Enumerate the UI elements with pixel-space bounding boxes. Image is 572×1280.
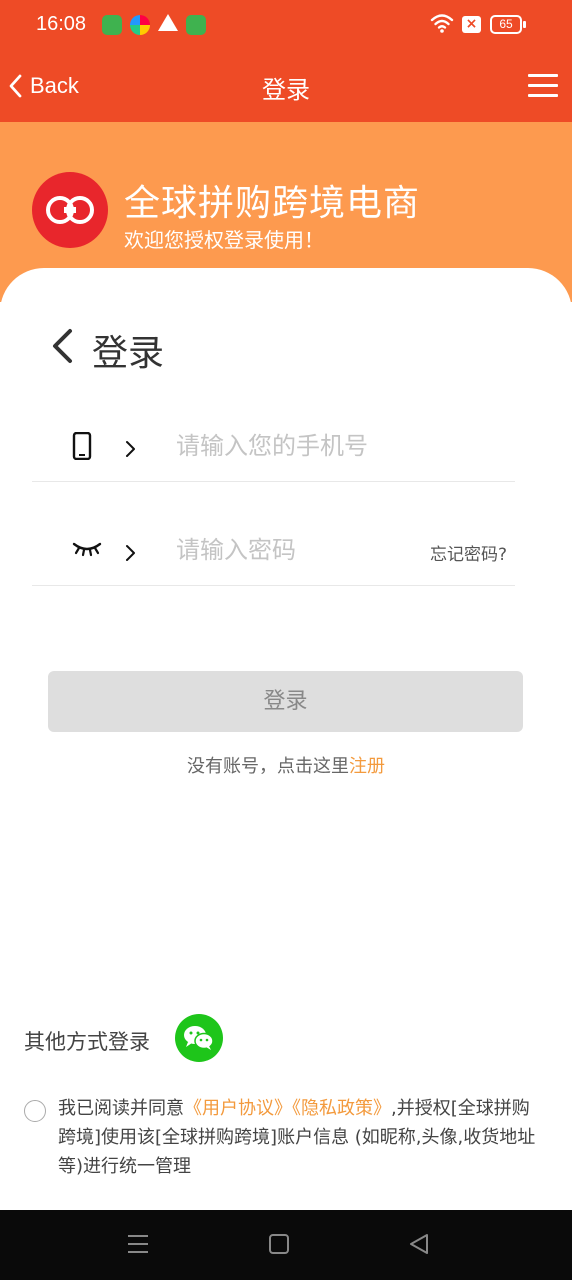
agreement-text: 我已阅读并同意《用户协议》《隐私政策》,并授权[全球拼购跨境]使用该[全球拼购跨… (58, 1094, 538, 1181)
brand-logo (32, 172, 108, 248)
system-nav-bar (0, 1210, 572, 1280)
logo-mark-icon (46, 196, 94, 224)
password-field: 忘记密码? (32, 506, 515, 586)
password-input[interactable] (176, 530, 406, 570)
login-heading: 登录 (92, 333, 165, 374)
brand-subtitle: 欢迎您授权登录使用！ (124, 228, 324, 252)
phone-icon (72, 432, 92, 460)
eye-closed-icon[interactable] (72, 540, 102, 558)
login-button[interactable]: 登录 (48, 671, 523, 732)
menu-icon[interactable] (528, 74, 558, 98)
no-sim-icon: × (462, 16, 481, 33)
page-title: 登录 (262, 76, 310, 104)
wechat-login-button[interactable] (175, 1014, 223, 1062)
register-row: 没有账号，点击这里注册 (0, 752, 572, 778)
privacy-policy-link[interactable]: 《隐私政策》 (292, 1098, 391, 1119)
chevron-left-icon[interactable] (50, 328, 74, 364)
phone-field (32, 402, 515, 482)
register-link[interactable]: 注册 (349, 756, 385, 777)
login-card: 登录 忘记密码? 登录 没有账号，点击这里注册 其他方式登录 (0, 268, 572, 1210)
wechat-icon (184, 1026, 214, 1050)
warning-icon (158, 14, 178, 31)
agreement-prefix: 我已阅读并同意 (58, 1098, 184, 1119)
wifi-icon (430, 14, 454, 33)
status-time: 16:08 (36, 13, 87, 35)
recent-apps-icon[interactable] (127, 1234, 149, 1254)
user-agreement-link[interactable]: 《用户协议》 (184, 1098, 292, 1119)
brand-title: 全球拼购跨境电商 (124, 183, 421, 224)
browser-notification-icon (130, 15, 150, 35)
no-account-text: 没有账号，点击这里 (187, 756, 349, 777)
other-login-label: 其他方式登录 (24, 1030, 150, 1054)
app-notification-icon (102, 15, 122, 35)
forgot-password-link[interactable]: 忘记密码? (430, 540, 507, 565)
agreement-checkbox[interactable] (24, 1100, 46, 1122)
chevron-right-icon (126, 545, 135, 561)
battery-icon: 65 (490, 15, 526, 34)
chevron-right-icon (126, 441, 135, 457)
shield-icon (186, 15, 206, 35)
back-nav-icon[interactable] (408, 1234, 430, 1254)
nav-bar: Back 登录 (0, 50, 572, 122)
phone-input[interactable] (176, 426, 476, 466)
status-bar: 16:08 × 65 (0, 0, 572, 50)
home-icon[interactable] (268, 1234, 290, 1254)
